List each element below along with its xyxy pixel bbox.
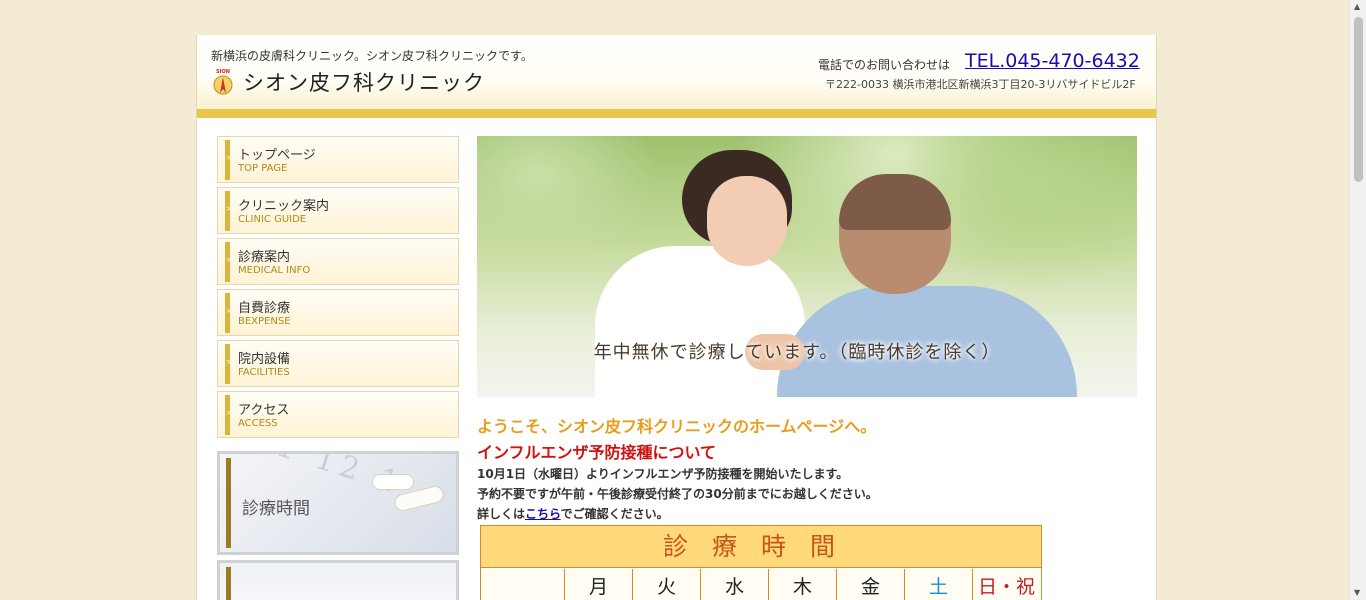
clinic-address: 〒222-0033 横浜市港北区新横浜3丁目20-3リバサイドビル2F bbox=[825, 78, 1136, 91]
day-header-tue: 火 bbox=[632, 569, 700, 600]
nav-item-sublabel: CLINIC GUIDE bbox=[238, 214, 307, 225]
hero-image: 年中無休で診療しています。（臨時休診を除く） bbox=[477, 136, 1137, 397]
scroll-thumb[interactable] bbox=[1354, 17, 1363, 182]
flu-vaccine-heading: インフルエンザ予防接種について bbox=[477, 443, 717, 462]
header-tagline: 新横浜の皮膚科クリニック。シオン皮フ科クリニックです。 bbox=[211, 49, 533, 63]
site-title[interactable]: シオン皮フ科クリニック bbox=[243, 67, 485, 97]
chevron-right-icon: > bbox=[226, 205, 232, 213]
nav-item-access[interactable]: > アクセス ACCESS bbox=[217, 391, 459, 438]
nav-item-sublabel: ACCESS bbox=[238, 418, 278, 429]
day-header-wed: 水 bbox=[700, 569, 768, 600]
details-link[interactable]: こちら bbox=[525, 507, 561, 521]
nav-item-top-page[interactable]: > トップページ TOP PAGE bbox=[217, 136, 459, 183]
day-header-sat: 土 bbox=[904, 569, 972, 600]
nav-item-label: アクセス bbox=[238, 403, 290, 418]
contact-label: 電話でのお問い合わせは bbox=[818, 58, 951, 72]
nav-item-expense[interactable]: > 自費診療 BEXPENSE bbox=[217, 289, 459, 336]
site-header: 新横浜の皮膚科クリニック。シオン皮フ科クリニックです。 SION シオン皮フ科ク… bbox=[197, 35, 1156, 109]
logo-text: SION bbox=[216, 69, 230, 75]
day-header-fri: 金 bbox=[836, 569, 904, 600]
chevron-right-icon: > bbox=[226, 409, 232, 417]
nav-item-medical-info[interactable]: > 診療案内 MEDICAL INFO bbox=[217, 238, 459, 285]
header-divider bbox=[197, 109, 1156, 118]
hero-caption: 年中無休で診療しています。（臨時休診を除く） bbox=[593, 342, 1001, 363]
table-header-blank bbox=[481, 569, 564, 600]
nav-item-sublabel: TOP PAGE bbox=[238, 163, 288, 174]
nav-item-clinic-guide[interactable]: > クリニック案内 CLINIC GUIDE bbox=[217, 187, 459, 234]
secondary-banner[interactable] bbox=[217, 560, 459, 600]
welcome-heading: ようこそ、シオン皮フ科クリニックのホームページへ。 bbox=[477, 417, 877, 436]
day-header-thu: 木 bbox=[768, 569, 836, 600]
nav-item-label: 院内設備 bbox=[238, 352, 291, 367]
nav-item-facilities[interactable]: > 院内設備 FACILITIES bbox=[217, 340, 459, 387]
page-container: 新横浜の皮膚科クリニック。シオン皮フ科クリニックです。 SION シオン皮フ科ク… bbox=[196, 35, 1157, 600]
scrollbar[interactable]: ▲ ▼ bbox=[1349, 0, 1366, 600]
pill-image bbox=[372, 474, 414, 490]
nav-item-sublabel: FACILITIES bbox=[238, 367, 290, 378]
hours-table: 診療時間 月 火 水 木 金 土 日・祝 bbox=[480, 525, 1042, 600]
day-header-mon: 月 bbox=[564, 569, 632, 600]
nav-item-label: トップページ bbox=[238, 148, 316, 163]
nav-item-label: 自費診療 bbox=[238, 301, 291, 316]
chevron-right-icon: > bbox=[226, 154, 232, 162]
nav-item-label: 診療案内 bbox=[238, 250, 291, 265]
notice-text: 予約不要ですが午前・午後診療受付終了の30分前までにお越しください。 bbox=[477, 487, 878, 501]
clinic-logo-icon[interactable]: SION bbox=[211, 67, 235, 95]
hours-banner-label: 診療時間 bbox=[242, 499, 310, 519]
chevron-right-icon: > bbox=[226, 307, 232, 315]
nav-item-sublabel: BEXPENSE bbox=[238, 316, 291, 327]
notice-text: 10月1日（水曜日）よりインフルエンザ予防接種を開始いたします。 bbox=[477, 467, 849, 481]
tel-link[interactable]: TEL.045-470-6432 bbox=[965, 50, 1140, 72]
notice-text-suffix: でご確認ください。 bbox=[560, 507, 669, 521]
day-header-sun-holiday: 日・祝 bbox=[972, 569, 1040, 600]
chevron-right-icon: > bbox=[226, 256, 232, 264]
scroll-up-icon[interactable]: ▲ bbox=[1354, 2, 1360, 11]
scroll-down-icon[interactable]: ▼ bbox=[1354, 588, 1360, 597]
hours-table-title: 診療時間 bbox=[481, 526, 1041, 568]
notice-text: 詳しくはこちらでご確認ください。 bbox=[477, 505, 669, 522]
notice-text-prefix: 詳しくは bbox=[477, 507, 526, 521]
nav-item-label: クリニック案内 bbox=[238, 199, 330, 214]
chevron-right-icon: > bbox=[226, 358, 232, 366]
nav-item-sublabel: MEDICAL INFO bbox=[238, 265, 311, 276]
hours-banner[interactable]: 11 12 1 診療時間 bbox=[217, 451, 459, 555]
